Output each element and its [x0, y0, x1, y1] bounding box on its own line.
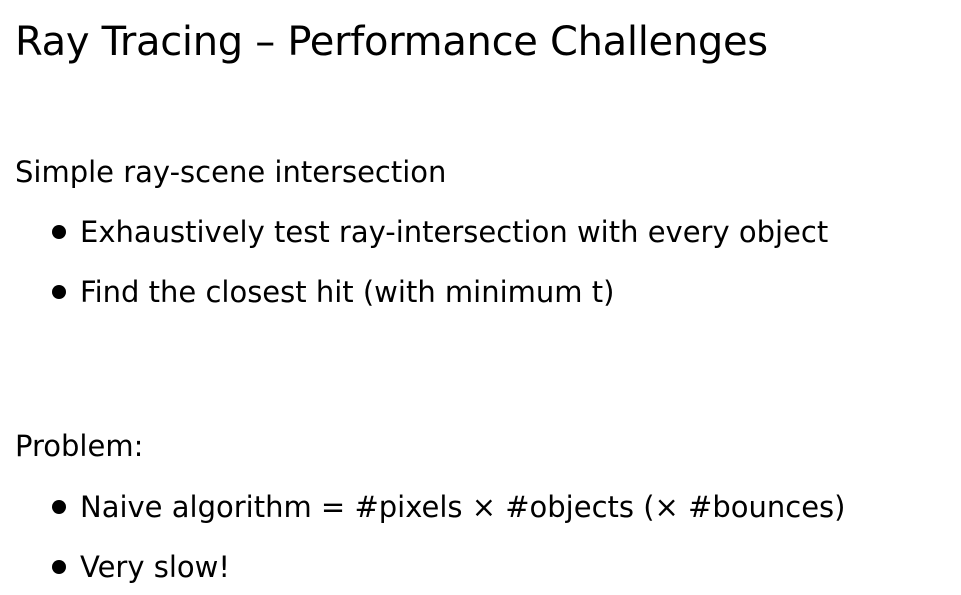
section-heading-simple-intersection: Simple ray-scene intersection [15, 155, 447, 189]
bullet-text: Naive algorithm = #pixels × #objects (× … [80, 490, 846, 524]
slide-title: Ray Tracing – Performance Challenges [15, 19, 768, 65]
section-heading-problem: Problem: [15, 429, 144, 463]
bullet-text: Find the closest hit (with minimum t) [80, 275, 615, 309]
slide: Ray Tracing – Performance Challenges Sim… [0, 0, 961, 595]
bullet-dot-icon [52, 500, 66, 514]
bullet-dot-icon [52, 285, 66, 299]
bullet-dot-icon [52, 560, 66, 574]
bullet-text: Very slow! [80, 550, 230, 584]
bullet-dot-icon [52, 225, 66, 239]
bullet-text: Exhaustively test ray-intersection with … [80, 215, 829, 249]
